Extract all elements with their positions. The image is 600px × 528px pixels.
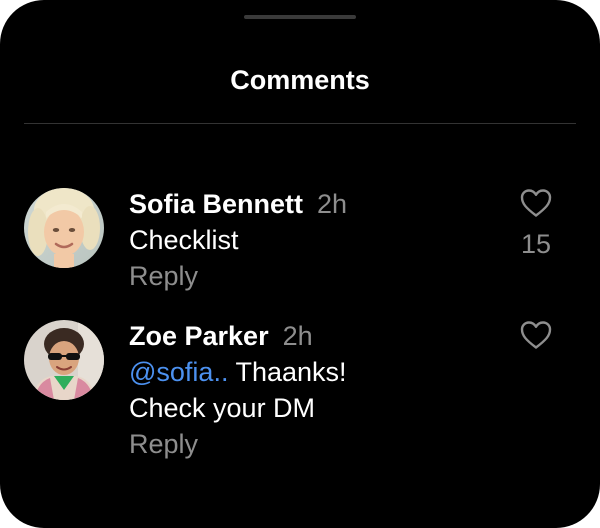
heart-outline-icon[interactable] [520,188,552,218]
comment-text-content: Checklist [129,225,239,255]
comment-author[interactable]: Sofia Bennett [129,189,303,219]
comment-text: @sofia.. Thaanks! [129,354,489,390]
comment-text-line2: Check your DM [129,393,316,423]
avatar-zoe[interactable] [24,320,104,400]
drag-handle[interactable] [244,15,356,19]
like-count: 15 [520,229,552,259]
avatar-image [24,320,104,400]
avatar-sofia[interactable] [24,188,104,268]
reply-button[interactable]: Reply [129,426,489,462]
sheet-title: Comments [230,65,370,95]
comment-text: Checklist [129,222,489,258]
comments-sheet: Comments Sofia Bennett 2h Checklist Repl… [0,0,600,528]
comment-time: 2h [317,189,348,219]
heart-outline-icon[interactable] [520,320,552,350]
comment-meta: Zoe Parker 2h [129,318,489,354]
reply-button[interactable]: Reply [129,258,489,294]
header-divider [24,123,576,124]
comment-time: 2h [282,321,313,351]
comment-author[interactable]: Zoe Parker [129,321,269,351]
like-control: 15 [518,188,554,262]
like-control [518,320,554,350]
comment-body: Sofia Bennett 2h Checklist Reply [129,186,489,294]
comment-meta: Sofia Bennett 2h [129,186,489,222]
comment-text-content: Thaanks! [228,357,347,387]
comment-body: Zoe Parker 2h @sofia.. Thaanks! Check you… [129,318,489,462]
avatar-image [24,188,104,268]
mention-link[interactable]: @sofia.. [129,357,228,387]
